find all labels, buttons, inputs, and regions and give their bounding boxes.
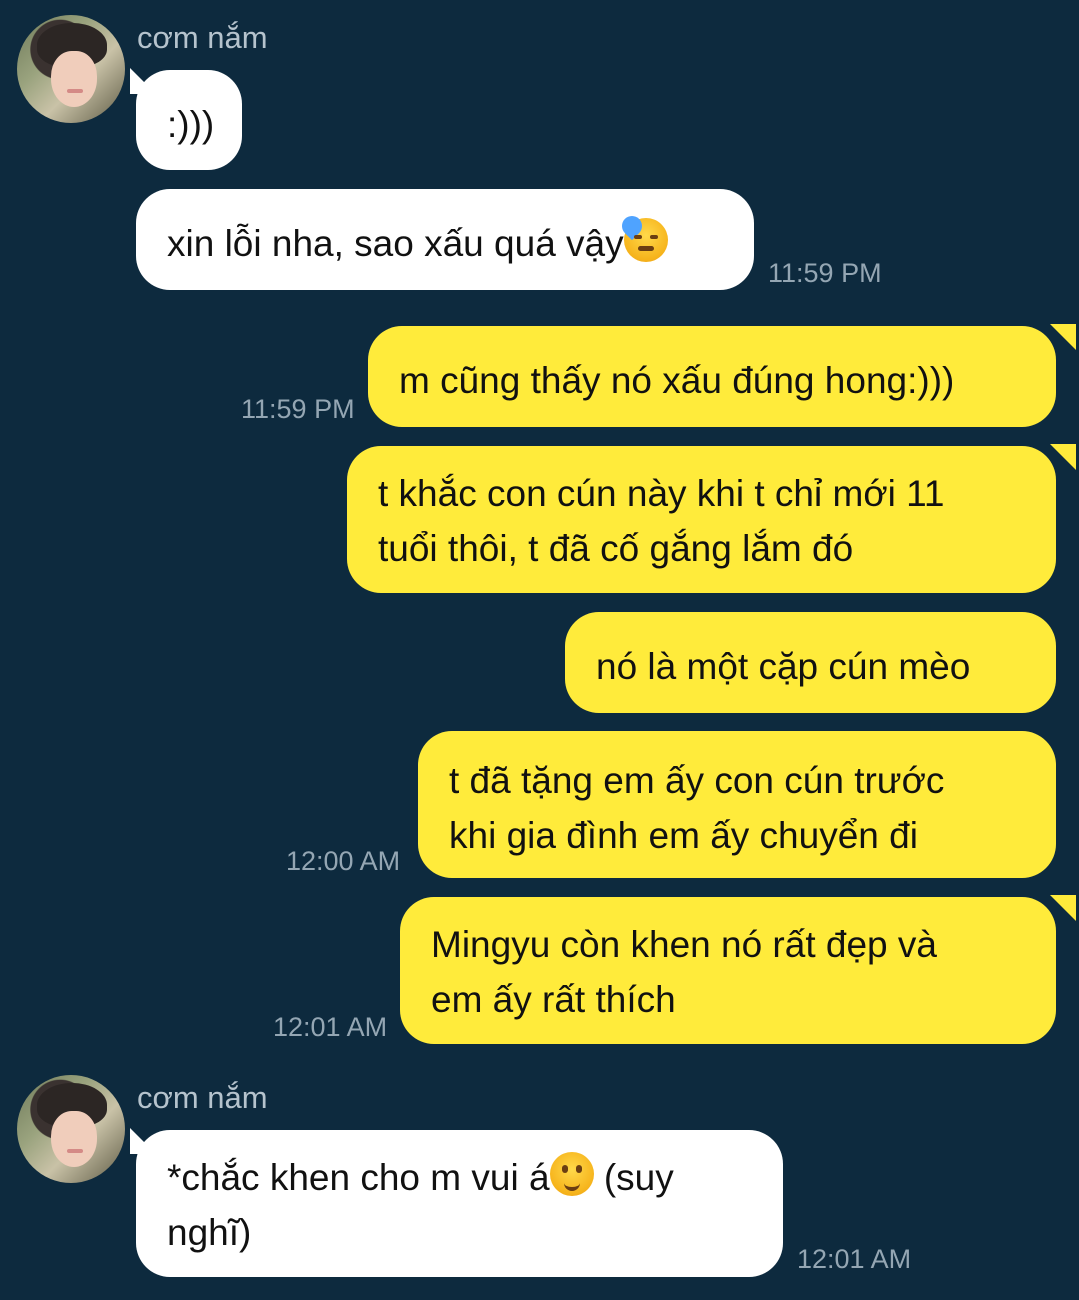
message-line: tuổi thôi, t đã cố gắng lắm đó	[378, 528, 854, 569]
message-timestamp: 12:01 AM	[797, 1244, 912, 1274]
bubble-tail	[1050, 895, 1076, 921]
message-text: m cũng thấy nó xấu đúng hong:)))	[399, 360, 955, 401]
bubble-tail	[1050, 324, 1076, 350]
message-line: khi gia đình em ấy chuyển đi	[449, 815, 918, 856]
message-line: Mingyu còn khen nó rất đẹp và	[431, 924, 937, 965]
outgoing-message[interactable]: Mingyu còn khen nó rất đẹp và em ấy rất …	[400, 897, 1056, 1044]
message-line: *chắc khen cho m vui á (suy	[167, 1150, 751, 1205]
outgoing-message[interactable]: m cũng thấy nó xấu đúng hong:)))	[368, 326, 1056, 427]
message-text: nó là một cặp cún mèo	[596, 646, 971, 687]
incoming-message[interactable]: :)))	[136, 70, 242, 170]
message-line: nghĩ)	[167, 1212, 252, 1253]
incoming-message[interactable]: xin lỗi nha, sao xấu quá vậy	[136, 189, 754, 290]
downcast-sweat-emoji	[617, 211, 668, 262]
contact-avatar[interactable]	[17, 15, 125, 123]
message-timestamp: 11:59 PM	[768, 258, 882, 288]
slight-smile-emoji	[549, 1152, 594, 1196]
message-text: :)))	[167, 104, 215, 145]
message-line: t đã tặng em ấy con cún trước	[449, 760, 945, 801]
message-line: t khắc con cún này khi t chỉ mới 11	[378, 473, 945, 514]
message-line: em ấy rất thích	[431, 979, 676, 1020]
message-timestamp: 12:01 AM	[273, 1012, 388, 1042]
contact-avatar[interactable]	[17, 1075, 125, 1183]
message-text: *chắc khen cho m vui á	[167, 1157, 550, 1198]
message-timestamp: 11:59 PM	[241, 394, 355, 424]
incoming-message[interactable]: *chắc khen cho m vui á (suy nghĩ)	[136, 1130, 783, 1277]
message-text: (suy	[593, 1157, 674, 1198]
outgoing-message[interactable]: t đã tặng em ấy con cún trước khi gia đì…	[418, 731, 1056, 878]
outgoing-message[interactable]: t khắc con cún này khi t chỉ mới 11 tuổi…	[347, 446, 1056, 593]
sender-name: cơm nắm	[137, 20, 268, 55]
sender-name: cơm nắm	[137, 1080, 268, 1115]
outgoing-message[interactable]: nó là một cặp cún mèo	[565, 612, 1056, 713]
message-text: xin lỗi nha, sao xấu quá vậy	[167, 223, 624, 264]
message-timestamp: 12:00 AM	[286, 846, 401, 876]
bubble-tail	[1050, 444, 1076, 470]
